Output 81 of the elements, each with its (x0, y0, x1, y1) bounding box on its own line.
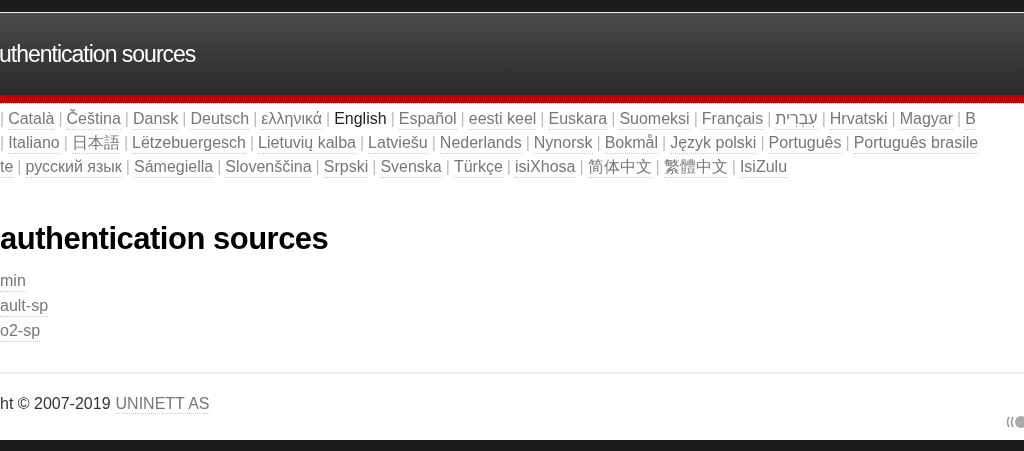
language-link[interactable]: Bokmål (604, 132, 658, 154)
language-link[interactable]: ελληνικά (261, 108, 322, 130)
language-link[interactable]: IsiZulu (739, 156, 788, 178)
language-link[interactable]: Português brasile (853, 132, 979, 154)
company-link[interactable]: UNINETT AS (115, 394, 210, 414)
separator: | (63, 133, 68, 153)
language-link[interactable]: Latviešu (368, 132, 428, 154)
separator: | (315, 157, 320, 177)
language-link[interactable]: Nederlands (439, 132, 522, 154)
language-link[interactable]: Deutsch (190, 108, 250, 130)
language-link[interactable]: Français (701, 108, 764, 130)
separator: | (767, 109, 772, 129)
separator: | (58, 109, 63, 129)
source-link[interactable]: o2-sp (0, 321, 41, 342)
language-link[interactable]: 日本語 (71, 132, 120, 154)
separator: | (372, 157, 377, 177)
separator: | (217, 157, 222, 177)
language-link[interactable]: isiXhosa (514, 156, 576, 178)
language-link[interactable]: Hrvatski (829, 108, 888, 130)
language-link[interactable]: Suomeksi (619, 108, 690, 130)
separator: | (957, 109, 962, 129)
separator: | (845, 133, 850, 153)
separator: | (326, 109, 331, 129)
language-link[interactable]: Slovenščina (225, 156, 312, 178)
language-link[interactable]: Čeština (66, 108, 121, 130)
language-link[interactable]: Català (8, 108, 55, 130)
logo-icon (1006, 414, 1024, 430)
language-link[interactable]: Türkçe (453, 156, 503, 178)
language-link[interactable]: eesti keel (468, 108, 537, 130)
separator: | (123, 133, 129, 153)
language-link[interactable]: русский язык (25, 156, 122, 178)
separator: | (390, 109, 395, 129)
language-link[interactable]: עִבְרִית (775, 108, 818, 130)
separator: | (525, 133, 530, 153)
separator: | (0, 133, 5, 153)
separator: | (359, 133, 365, 153)
separator: | (249, 133, 255, 153)
separator: | (460, 109, 465, 129)
separator: | (891, 109, 896, 129)
language-link[interactable]: 简体中文 (587, 156, 652, 178)
separator: | (17, 157, 22, 177)
separator: | (611, 109, 616, 129)
header-title: uthentication sources (0, 40, 196, 68)
current-language[interactable]: English (334, 109, 387, 129)
separator: | (655, 157, 660, 177)
separator: | (662, 133, 667, 153)
separator: | (579, 157, 584, 177)
separator: | (821, 109, 826, 129)
language-link[interactable]: Lietuvių kalba (258, 132, 356, 154)
separator: | (693, 109, 698, 129)
language-link[interactable]: Lëtzebuergesch (132, 132, 246, 154)
separator: | (125, 157, 130, 177)
language-link[interactable]: 繁體中文 (663, 156, 728, 178)
separator: | (506, 157, 511, 177)
language-link[interactable]: Português (768, 132, 842, 154)
page-heading: authentication sources (0, 221, 330, 257)
separator: | (431, 133, 436, 153)
separator: | (445, 157, 450, 177)
source-link[interactable]: min (0, 271, 26, 292)
language-link[interactable]: Dansk (132, 108, 179, 130)
separator: | (540, 109, 545, 129)
separator: | (253, 109, 258, 129)
copyright-text: ht © 2007-2019 (0, 394, 111, 414)
separator: | (0, 109, 5, 129)
language-link[interactable]: Srpski (323, 156, 369, 178)
language-link[interactable]: Italiano (8, 132, 60, 154)
separator: | (124, 109, 129, 129)
language-link[interactable]: Español (398, 108, 457, 130)
language-link[interactable]: Nynorsk (533, 132, 593, 154)
separator: | (731, 157, 736, 177)
language-link[interactable]: Magyar (899, 108, 954, 130)
language-link[interactable]: Svenska (380, 156, 442, 178)
source-link[interactable]: ault-sp (0, 296, 49, 317)
language-link[interactable]: B (965, 108, 976, 130)
separator: | (596, 133, 601, 153)
separator: | (182, 109, 187, 129)
language-link[interactable]: Język polski (670, 132, 757, 154)
separator: | (760, 133, 765, 153)
language-link[interactable]: Euskara (548, 108, 608, 130)
language-link[interactable]: te (0, 156, 14, 178)
language-link[interactable]: Sámegiella (134, 156, 214, 178)
